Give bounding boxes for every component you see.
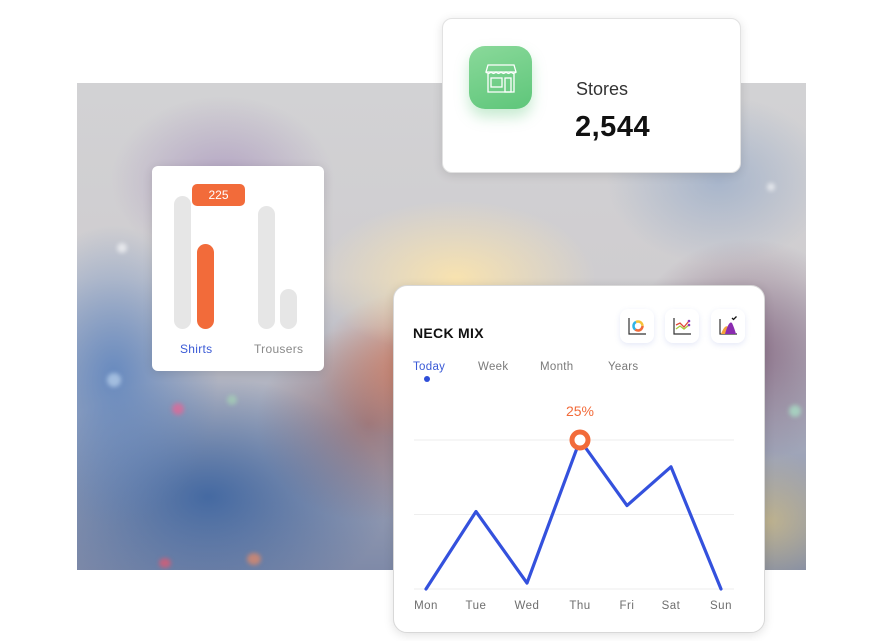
tab-years[interactable]: Years xyxy=(608,361,639,373)
tab-month[interactable]: Month xyxy=(540,361,573,373)
x-tick-label-wed: Wed xyxy=(515,600,540,612)
donut-chart-button[interactable] xyxy=(620,309,654,343)
stores-value: 2,544 xyxy=(575,111,651,143)
x-tick-label-thu: Thu xyxy=(569,600,590,612)
data-point-sun[interactable] xyxy=(717,585,725,593)
area-chart-icon xyxy=(719,316,737,335)
bokeh-light xyxy=(107,373,121,387)
bokeh-light xyxy=(789,405,801,417)
highlight-marker[interactable] xyxy=(569,429,591,451)
data-point-sat[interactable] xyxy=(667,463,675,471)
check-icon xyxy=(731,316,737,321)
tab-week[interactable]: Week xyxy=(478,361,508,373)
trousers-bar-value[interactable] xyxy=(280,289,297,329)
bokeh-light xyxy=(247,553,261,565)
bokeh-light xyxy=(159,558,171,568)
data-point-mon[interactable] xyxy=(422,585,430,593)
x-tick-label-tue: Tue xyxy=(466,600,487,612)
shirts-label[interactable]: Shirts xyxy=(180,342,212,356)
data-point-tue[interactable] xyxy=(472,508,480,516)
bokeh-light xyxy=(117,243,127,253)
highlight-value-label: 25% xyxy=(566,403,594,419)
x-tick-label-sat: Sat xyxy=(662,600,681,612)
chart-title: NECK MIX xyxy=(413,325,484,341)
value-badge: 225 xyxy=(192,184,245,206)
neck-mix-card: NECK MIX Today Week Month Years 25% Mon Tu… xyxy=(393,285,765,633)
bokeh-light xyxy=(227,395,237,405)
active-tab-indicator xyxy=(424,376,430,382)
stores-stat-card: Stores 2,544 xyxy=(442,18,741,173)
line-chart-icon xyxy=(673,318,691,335)
bokeh-light xyxy=(767,183,775,191)
area-chart-button[interactable] xyxy=(711,309,745,343)
tab-today[interactable]: Today xyxy=(413,361,445,373)
donut-chart-icon xyxy=(628,318,646,335)
x-tick-label-fri: Fri xyxy=(620,600,635,612)
line-chart-button[interactable] xyxy=(665,309,699,343)
bokeh-light xyxy=(172,403,184,415)
line-chart: 25% Mon Tue Wed Thu Fri Sat Sun xyxy=(414,403,734,612)
stores-label: Stores xyxy=(576,79,629,99)
x-tick-label-mon: Mon xyxy=(414,600,438,612)
trousers-label[interactable]: Trousers xyxy=(254,342,303,356)
storefront-icon xyxy=(469,46,532,109)
data-point-wed[interactable] xyxy=(523,579,531,587)
trousers-bar-track xyxy=(258,206,275,329)
shirts-bar-value[interactable] xyxy=(197,244,214,329)
shirts-bar-track xyxy=(174,196,191,329)
data-point-fri[interactable] xyxy=(623,502,631,510)
x-tick-label-sun: Sun xyxy=(710,600,732,612)
product-bar-card: 225 Shirts Trousers xyxy=(152,166,324,371)
